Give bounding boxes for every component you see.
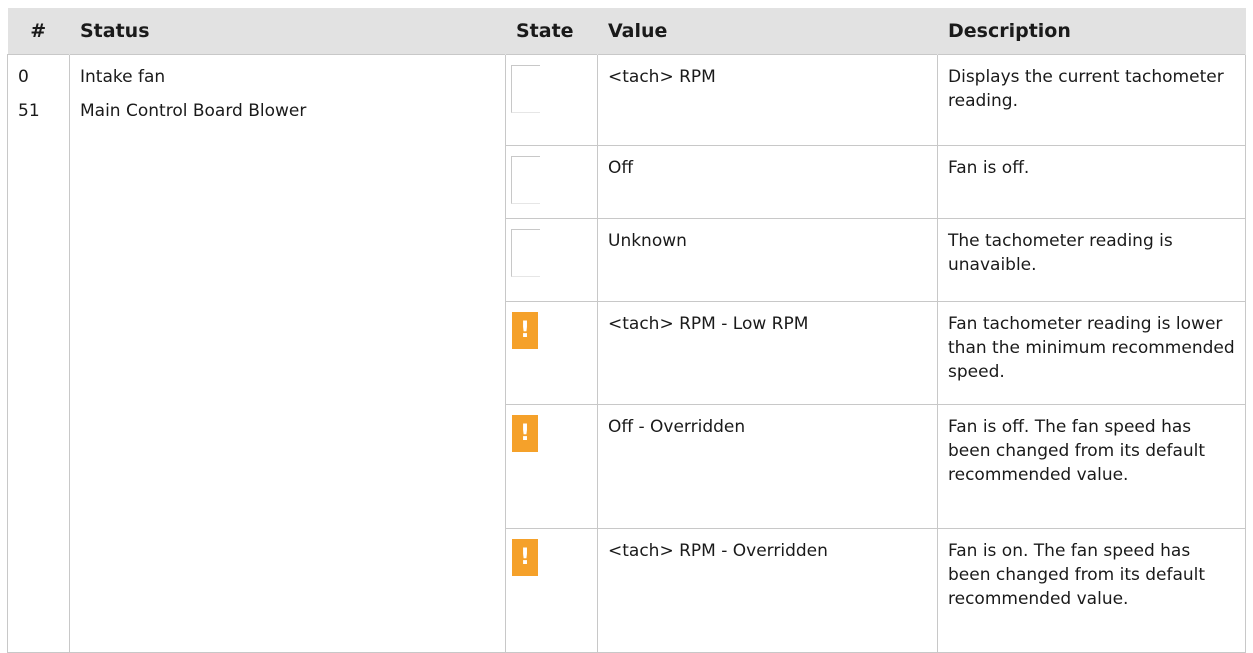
header-row: # Status State Value Description xyxy=(7,8,1246,55)
fan-status-table: # Status State Value Description 0 51 In… xyxy=(7,8,1246,653)
blank-state-icon xyxy=(511,65,540,113)
state-cell xyxy=(505,54,598,146)
header-num: # xyxy=(7,8,70,55)
description-cell: Fan tachometer reading is lower than the… xyxy=(937,301,1246,405)
status-cell: Intake fan Main Control Board Blower xyxy=(69,54,506,653)
header-description: Description xyxy=(937,8,1246,55)
num-value: 51 xyxy=(18,101,40,121)
status-name: Intake fan xyxy=(80,67,166,87)
status-name: Main Control Board Blower xyxy=(80,101,307,121)
description-cell: Displays the current tachometer reading. xyxy=(937,54,1246,146)
table-row: 0 51 Intake fan Main Control Board Blowe… xyxy=(7,54,1246,653)
state-cell: ! xyxy=(505,404,598,529)
blank-state-icon xyxy=(511,229,540,277)
value-cell: <tach> RPM - Overridden xyxy=(597,528,938,653)
state-cell xyxy=(505,145,598,219)
state-cell xyxy=(505,218,598,302)
warning-icon: ! xyxy=(512,539,538,576)
value-cell: Off xyxy=(597,145,938,219)
warning-icon: ! xyxy=(512,415,538,452)
description-cell: The tachometer reading is unavaible. xyxy=(937,218,1246,302)
value-cell: Unknown xyxy=(597,218,938,302)
state-cell: ! xyxy=(505,528,598,653)
value-cell: Off - Overridden xyxy=(597,404,938,529)
header-status: Status xyxy=(69,8,506,55)
state-cell: ! xyxy=(505,301,598,405)
num-value: 0 xyxy=(18,67,29,87)
value-cell: <tach> RPM xyxy=(597,54,938,146)
description-cell: Fan is on. The fan speed has been change… xyxy=(937,528,1246,653)
description-cell: Fan is off. xyxy=(937,145,1246,219)
description-cell: Fan is off. The fan speed has been chang… xyxy=(937,404,1246,529)
blank-state-icon xyxy=(511,156,540,204)
header-state: State xyxy=(505,8,598,55)
value-cell: <tach> RPM - Low RPM xyxy=(597,301,938,405)
num-cell: 0 51 xyxy=(7,54,70,653)
warning-icon: ! xyxy=(512,312,538,349)
header-value: Value xyxy=(597,8,938,55)
